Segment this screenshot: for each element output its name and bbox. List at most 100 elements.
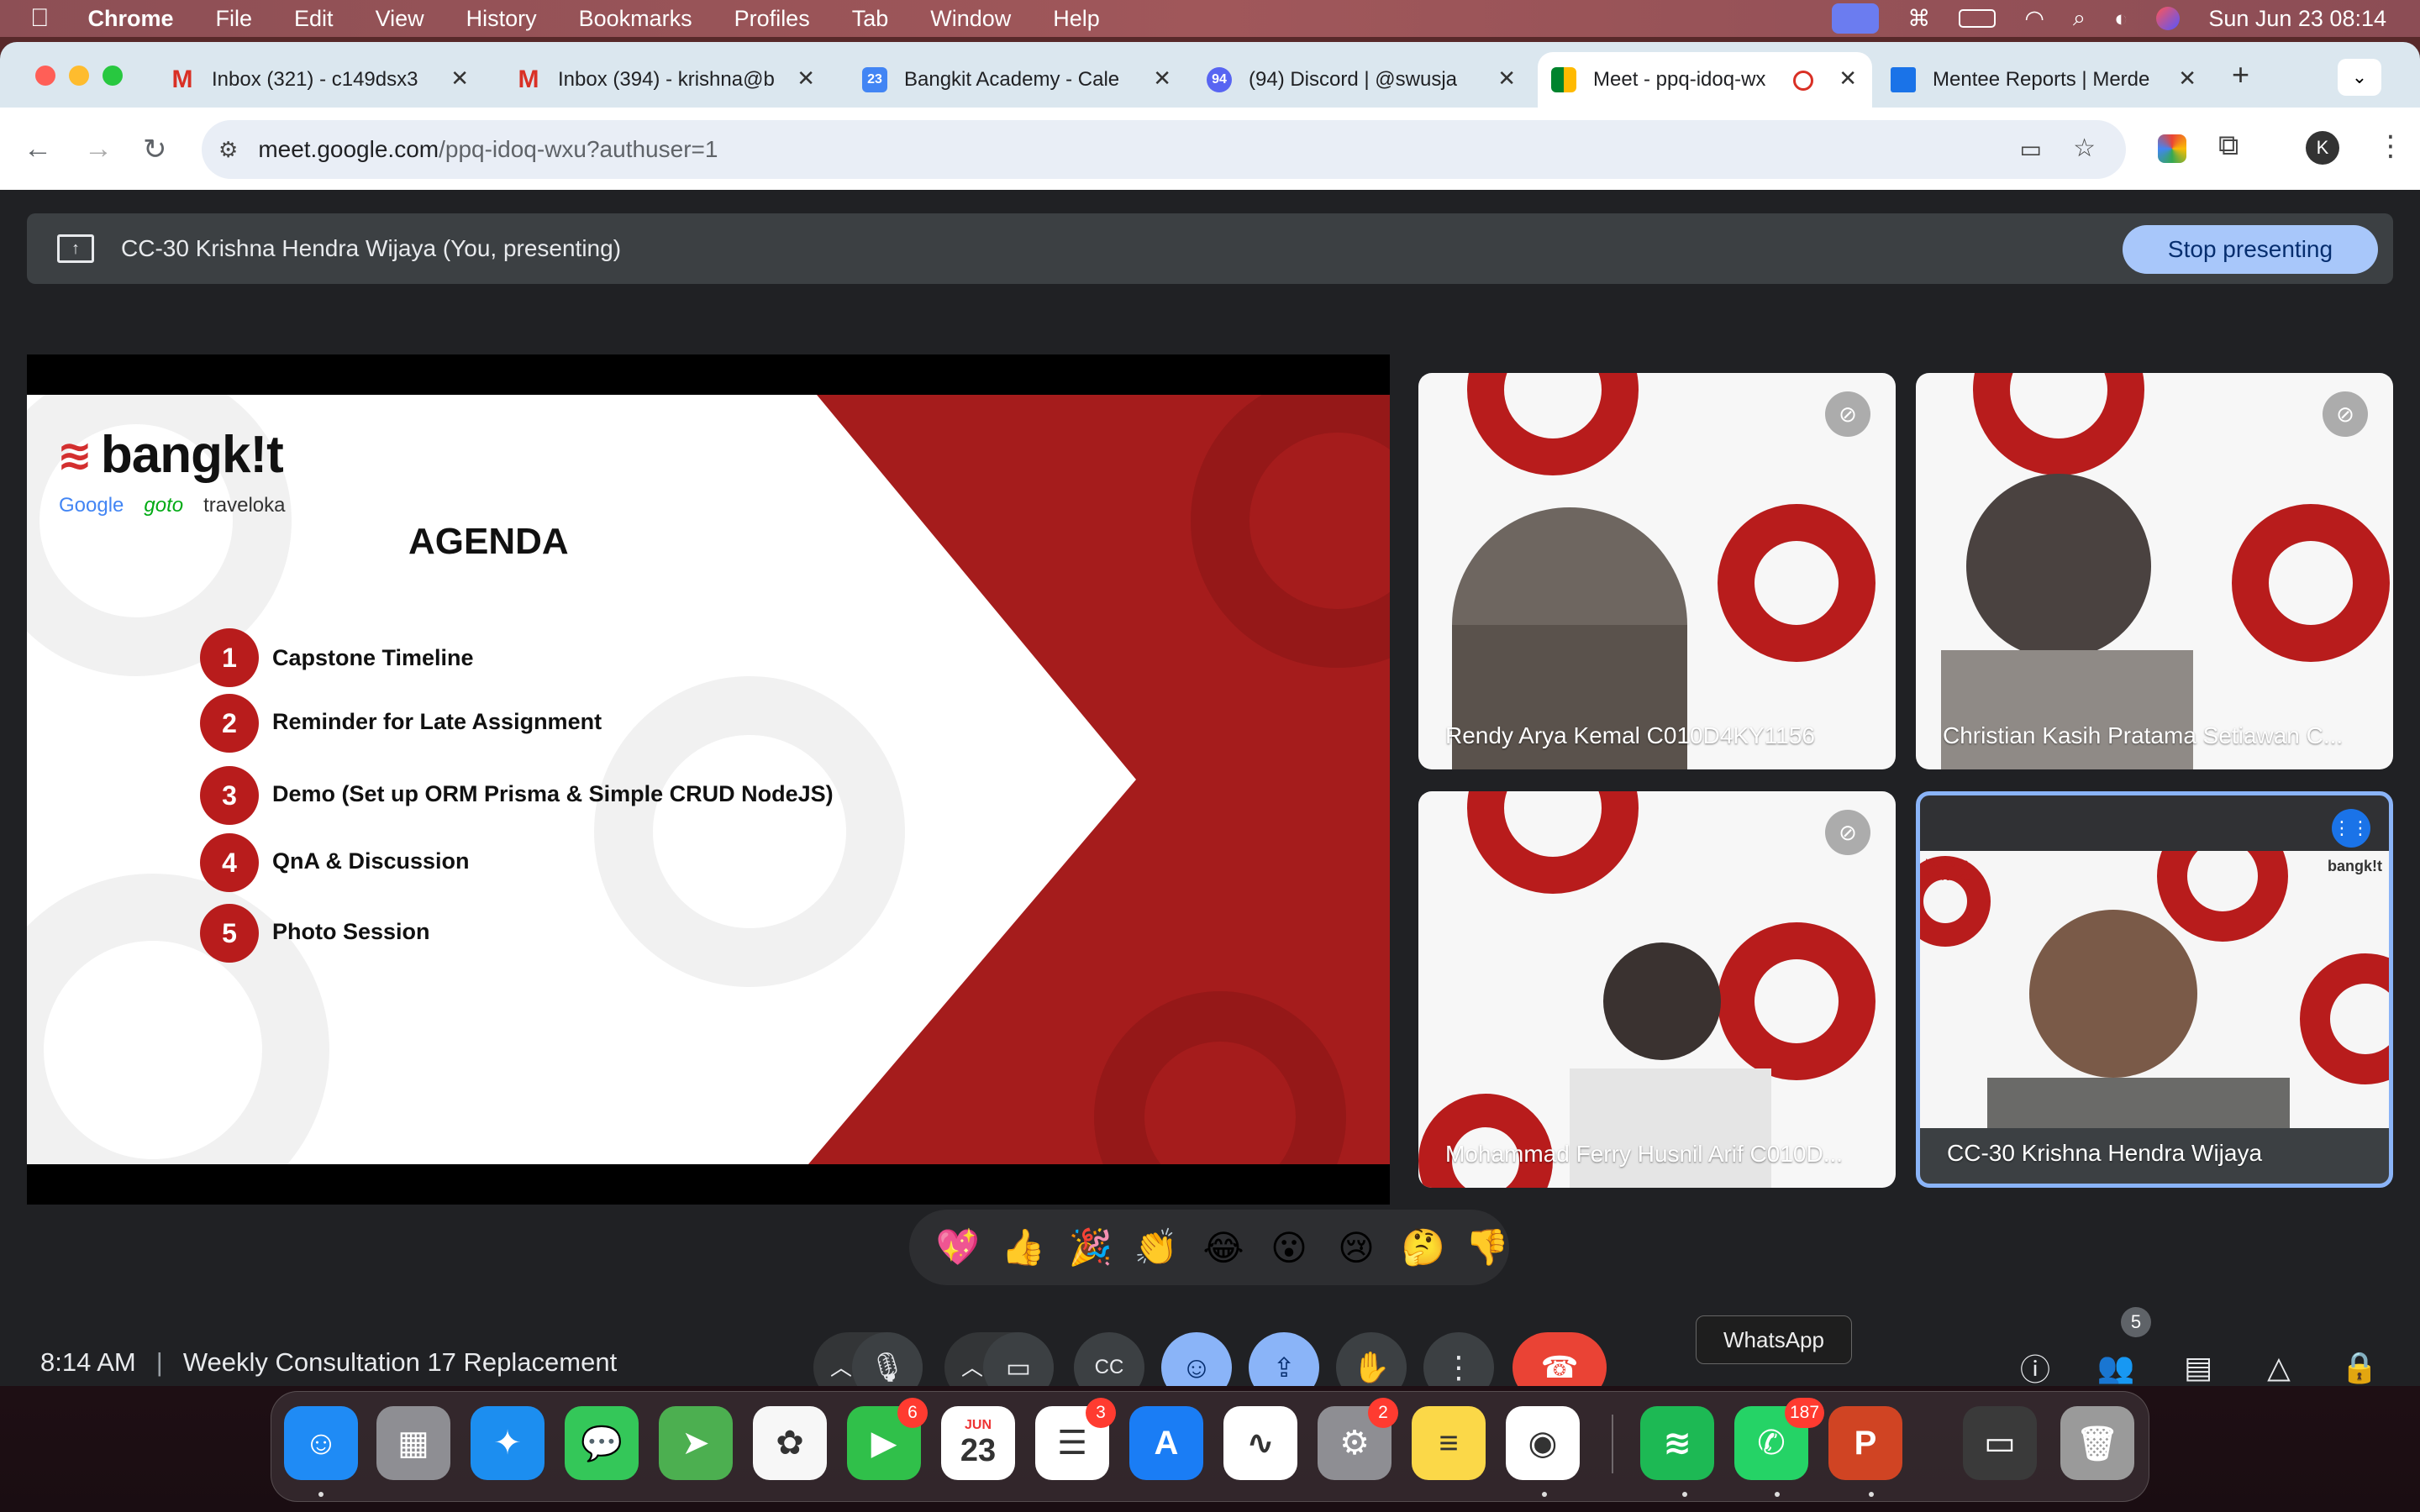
- back-icon[interactable]: ←: [24, 133, 52, 165]
- site-settings-icon[interactable]: ⚙: [218, 137, 238, 163]
- dock-safari-icon[interactable]: ✦: [471, 1406, 544, 1480]
- meeting-details-icon[interactable]: ⓘ: [2012, 1344, 2059, 1386]
- reload-icon[interactable]: ↻: [143, 133, 167, 166]
- control-center-icon[interactable]: ◐: [2114, 6, 2128, 32]
- wifi-icon[interactable]: ◠: [2024, 6, 2044, 32]
- meeting-info: 8:14 AM | Weekly Consultation 17 Replace…: [40, 1347, 617, 1378]
- reaction-clap[interactable]: 👏: [1126, 1210, 1186, 1285]
- close-tab-icon[interactable]: ✕: [2178, 66, 2196, 92]
- microphone-button[interactable]: 🎙: [852, 1332, 923, 1386]
- close-tab-icon[interactable]: ✕: [1839, 66, 1857, 92]
- dock-chrome-icon[interactable]: ◉: [1506, 1406, 1580, 1480]
- battery-icon[interactable]: [1959, 9, 1996, 28]
- participant-tile-self[interactable]: Kampus Merdeka bangk!t ⋮⋮ CC-30 Krishna …: [1916, 791, 2393, 1188]
- extension-color-icon[interactable]: [2158, 134, 2186, 163]
- close-tab-icon[interactable]: ✕: [450, 66, 469, 92]
- menu-profiles[interactable]: Profiles: [734, 6, 810, 32]
- dock-messages-icon[interactable]: 💬: [565, 1406, 639, 1480]
- menu-history[interactable]: History: [466, 6, 537, 32]
- reaction-party[interactable]: 🎉: [1060, 1210, 1121, 1285]
- dock-launchpad-icon[interactable]: ▦: [376, 1406, 450, 1480]
- reaction-sad[interactable]: 😢: [1326, 1210, 1386, 1285]
- address-bar[interactable]: ⚙ meet.google.com/ppq-idoq-wxu?authuser=…: [202, 120, 2126, 179]
- activities-icon[interactable]: △: [2255, 1344, 2302, 1386]
- reaction-heart[interactable]: 💖: [928, 1210, 988, 1285]
- dock-finder-icon[interactable]: ☺: [284, 1406, 358, 1480]
- mic-off-icon: ⊘: [2323, 391, 2368, 437]
- dock-maps-icon[interactable]: ➤: [659, 1406, 733, 1480]
- minimize-window-button[interactable]: [69, 66, 89, 86]
- menu-file[interactable]: File: [216, 6, 253, 32]
- dock-app-store-icon[interactable]: A: [1129, 1406, 1203, 1480]
- tab-gmail-2[interactable]: M Inbox (394) - krishna@b ✕: [502, 52, 830, 108]
- tab-meet-active[interactable]: Meet - ppq-idoq-wx ✕: [1538, 52, 1872, 108]
- meet-stage: ↑ CC-30 Krishna Hendra Wijaya (You, pres…: [0, 190, 2420, 1386]
- menu-edit[interactable]: Edit: [294, 6, 334, 32]
- menu-app-name[interactable]: Chrome: [88, 6, 174, 32]
- participant-tile[interactable]: ⊘ Christian Kasih Pratama Setiawan C...: [1916, 373, 2393, 769]
- goto-logo: goto: [144, 494, 184, 517]
- reactions-button[interactable]: ☺: [1161, 1332, 1232, 1386]
- dock-photos-icon[interactable]: ✿: [753, 1406, 827, 1480]
- stop-presenting-button[interactable]: Stop presenting: [2123, 225, 2378, 274]
- participant-tile[interactable]: ⊘ Rendy Arya Kemal C010D4KY1156: [1418, 373, 1896, 769]
- menubar-datetime[interactable]: Sun Jun 23 08:14: [2208, 6, 2386, 32]
- leave-call-button[interactable]: ☎: [1512, 1332, 1607, 1386]
- people-icon[interactable]: 👥: [2092, 1344, 2139, 1386]
- captions-button[interactable]: CC: [1074, 1332, 1144, 1386]
- menu-window[interactable]: Window: [930, 6, 1011, 32]
- new-tab-button[interactable]: +: [2232, 57, 2249, 92]
- host-controls-icon[interactable]: 🔒: [2336, 1344, 2383, 1386]
- agenda-number: 2: [200, 694, 259, 753]
- chat-icon[interactable]: ▤: [2175, 1344, 2222, 1386]
- camera-in-use-icon[interactable]: ▭: [2020, 135, 2042, 163]
- tab-search-button[interactable]: ⌄: [2338, 59, 2381, 96]
- bookmark-star-icon[interactable]: ☆: [2073, 134, 2096, 163]
- video-options-chevron-icon[interactable]: ︿: [961, 1351, 983, 1382]
- zoom-window-button[interactable]: [103, 66, 123, 86]
- raise-hand-button[interactable]: ✋: [1336, 1332, 1407, 1386]
- reaction-thumbs-up[interactable]: 👍: [993, 1210, 1054, 1285]
- tab-mentee-reports[interactable]: Mentee Reports | Merde ✕: [1877, 52, 2212, 108]
- dock-calendar-icon[interactable]: JUN 23: [941, 1406, 1015, 1480]
- dock-spotify-icon[interactable]: ≋: [1640, 1406, 1714, 1480]
- extensions-puzzle-icon[interactable]: ⧉: [2218, 129, 2238, 162]
- close-tab-icon[interactable]: ✕: [1497, 66, 1516, 92]
- dock-notes-icon[interactable]: ≡: [1412, 1406, 1486, 1480]
- close-tab-icon[interactable]: ✕: [1153, 66, 1171, 92]
- dock-recent-window-icon[interactable]: ▭: [1963, 1406, 2037, 1480]
- camera-button[interactable]: ▭: [983, 1332, 1054, 1386]
- more-options-button[interactable]: ⋮: [1423, 1332, 1494, 1386]
- spotlight-search-icon[interactable]: ⌕: [2073, 5, 2086, 32]
- reaction-laugh[interactable]: 😂: [1193, 1210, 1254, 1285]
- reaction-thumbs-down[interactable]: 👎: [1457, 1210, 1518, 1285]
- reaction-surprised[interactable]: 😮: [1259, 1210, 1319, 1285]
- screen-share-status-icon[interactable]: [1832, 3, 1880, 34]
- participant-tile[interactable]: ⊘ Mohammad Ferry Husnil Arif C010D...: [1418, 791, 1896, 1188]
- close-window-button[interactable]: [35, 66, 55, 86]
- siri-icon[interactable]: [2156, 7, 2181, 30]
- dock-powerpoint-icon[interactable]: P: [1828, 1406, 1902, 1480]
- dock-freeform-icon[interactable]: ∿: [1223, 1406, 1297, 1480]
- menu-bookmarks[interactable]: Bookmarks: [579, 6, 692, 32]
- traveloka-logo: traveloka: [203, 494, 286, 517]
- menu-view[interactable]: View: [376, 6, 424, 32]
- audio-options-chevron-icon[interactable]: ︿: [830, 1351, 852, 1382]
- tab-calendar[interactable]: 23 Bangkit Academy - Cale ✕: [849, 52, 1186, 108]
- forward-icon[interactable]: →: [84, 133, 113, 165]
- macos-menubar:  Chrome File Edit View History Bookmark…: [0, 0, 2420, 37]
- apple-icon[interactable]: : [30, 4, 50, 33]
- tab-gmail-1[interactable]: M Inbox (321) - c149dsx3 ✕: [156, 52, 484, 108]
- dock-trash-icon[interactable]: 🗑: [2060, 1406, 2134, 1480]
- tab-discord[interactable]: 94 (94) Discord | @swusja ✕: [1193, 52, 1531, 108]
- reaction-thinking[interactable]: 🤔: [1393, 1210, 1454, 1285]
- present-screen-button[interactable]: ⇪: [1249, 1332, 1319, 1386]
- profile-avatar[interactable]: K: [2306, 131, 2339, 165]
- menu-help[interactable]: Help: [1053, 6, 1100, 32]
- chrome-menu-icon[interactable]: ⋮: [2376, 129, 2405, 163]
- gamepad-icon[interactable]: ⌘: [1907, 6, 1930, 32]
- mic-off-icon: ⊘: [1825, 391, 1870, 437]
- menu-tab[interactable]: Tab: [852, 6, 889, 32]
- close-tab-icon[interactable]: ✕: [797, 66, 815, 92]
- gmail-icon: M: [171, 66, 193, 93]
